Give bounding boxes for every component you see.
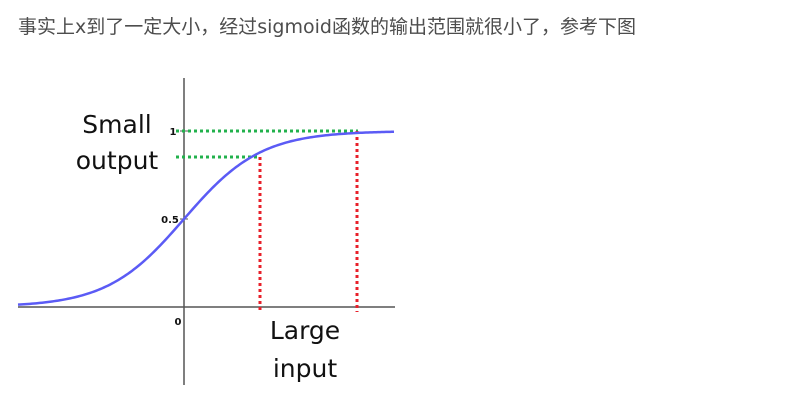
annotation-small: Small — [82, 110, 151, 139]
annotation-large: Large — [270, 316, 340, 345]
annotation-input: input — [273, 354, 338, 383]
y-tick-label-half: 0.5 — [161, 215, 179, 226]
y-tick-label-one: 1 — [170, 127, 177, 138]
sigmoid-figure: 1 0.5 0 Small output Large input — [17, 78, 395, 385]
annotation-output: output — [76, 146, 159, 175]
origin-label: 0 — [175, 317, 182, 328]
